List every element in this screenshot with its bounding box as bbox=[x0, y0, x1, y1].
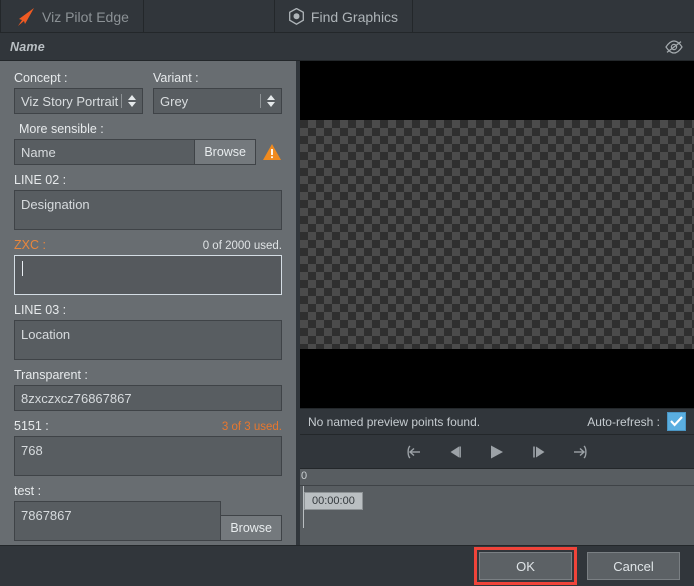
line02-input[interactable]: Designation bbox=[14, 190, 282, 230]
tab-empty-slot-1[interactable] bbox=[144, 0, 275, 33]
top-tab-bar: Viz Pilot Edge Find Graphics bbox=[0, 0, 694, 33]
graphics-preview[interactable]: vizrt NAME DESIGNATION LOCATION bbox=[300, 61, 694, 408]
concept-value: Viz Story Portrait bbox=[21, 93, 119, 109]
page-title: Name bbox=[10, 39, 45, 54]
tab-empty-slot-2[interactable] bbox=[413, 0, 694, 33]
go-to-end-button[interactable] bbox=[568, 441, 594, 463]
more-sensible-row: Name Browse bbox=[14, 139, 282, 165]
test-browse-button[interactable]: Browse bbox=[221, 515, 282, 541]
field5151-label: 5151 : bbox=[14, 419, 49, 433]
more-sensible-browse-button[interactable]: Browse bbox=[195, 139, 256, 165]
timecode-chip[interactable]: 00:00:00 bbox=[304, 492, 363, 510]
auto-refresh-checkbox[interactable] bbox=[667, 412, 686, 431]
variant-dropdown[interactable]: Grey bbox=[153, 88, 282, 114]
cancel-button[interactable]: Cancel bbox=[587, 552, 680, 580]
zxc-label-row: ZXC : 0 of 2000 used. bbox=[14, 238, 282, 255]
preview-status-message: No named preview points found. bbox=[308, 414, 481, 429]
timeline-track[interactable]: 00:00:00 bbox=[300, 486, 694, 544]
test-label: test : bbox=[14, 484, 42, 498]
auto-refresh-label: Auto-refresh : bbox=[587, 414, 660, 429]
field5151-label-row: 5151 : 3 of 3 used. bbox=[14, 419, 282, 436]
variant-label: Variant : bbox=[153, 71, 199, 85]
auto-refresh-group: Auto-refresh : bbox=[587, 412, 686, 431]
transparent-input[interactable]: 8zxczxcz76867867 bbox=[14, 385, 282, 411]
concept-group: Concept : Viz Story Portrait bbox=[14, 71, 143, 114]
line02-label: LINE 02 : bbox=[14, 173, 67, 187]
ok-button-highlight: OK bbox=[474, 547, 577, 585]
line03-group: LINE 03 : Location bbox=[14, 303, 282, 360]
dialog-footer: OK Cancel bbox=[0, 545, 694, 586]
eye-off-icon[interactable] bbox=[664, 39, 684, 55]
concept-label: Concept : bbox=[14, 71, 68, 85]
chevron-up-down-icon[interactable] bbox=[267, 95, 275, 107]
tab-find-graphics[interactable]: Find Graphics bbox=[275, 0, 414, 33]
viz-pilot-edge-window: Viz Pilot Edge Find Graphics Name Concep… bbox=[0, 0, 694, 586]
more-sensible-label: More sensible : bbox=[19, 122, 104, 136]
dropdown-divider bbox=[260, 94, 261, 108]
tab-viz-pilot-edge[interactable]: Viz Pilot Edge bbox=[0, 0, 144, 33]
line03-input[interactable]: Location bbox=[14, 320, 282, 360]
more-sensible-group: More sensible : Name Browse bbox=[14, 122, 282, 165]
chevron-up-down-icon[interactable] bbox=[128, 95, 136, 107]
step-forward-button[interactable] bbox=[526, 441, 552, 463]
template-title-bar: Name bbox=[0, 33, 694, 61]
transparent-group: Transparent : 8zxczxcz76867867 bbox=[14, 368, 282, 411]
concept-dropdown[interactable]: Viz Story Portrait bbox=[14, 88, 143, 114]
transparency-checkerboard bbox=[300, 120, 694, 349]
test-group: test : 7867867 Browse bbox=[14, 484, 282, 541]
field5151-counter: 3 of 3 used. bbox=[221, 421, 282, 433]
timeline-ruler-start-label: 0 bbox=[301, 470, 308, 482]
variant-value: Grey bbox=[160, 93, 189, 109]
step-back-button[interactable] bbox=[442, 441, 468, 463]
transparent-label: Transparent : bbox=[14, 368, 88, 382]
field5151-input[interactable]: 768 bbox=[14, 436, 282, 476]
zxc-input[interactable] bbox=[14, 255, 282, 295]
line02-group: LINE 02 : Designation bbox=[14, 173, 282, 230]
ok-button[interactable]: OK bbox=[479, 552, 572, 580]
timeline-ruler[interactable]: 0 bbox=[300, 469, 694, 486]
field5151-group: 5151 : 3 of 3 used. 768 bbox=[14, 419, 282, 476]
go-to-start-button[interactable] bbox=[400, 441, 426, 463]
timeline-panel[interactable]: 0 00:00:00 bbox=[300, 469, 694, 545]
dropdown-divider bbox=[121, 94, 122, 108]
playback-transport-controls bbox=[300, 435, 694, 469]
zxc-counter: 0 of 2000 used. bbox=[202, 240, 282, 252]
test-row: 7867867 Browse bbox=[14, 501, 282, 541]
more-sensible-input[interactable]: Name bbox=[14, 139, 196, 165]
variant-group: Variant : Grey bbox=[153, 71, 282, 114]
zxc-label: ZXC : bbox=[14, 238, 46, 252]
test-input[interactable]: 7867867 bbox=[14, 501, 222, 541]
text-caret bbox=[22, 261, 23, 276]
concept-variant-row: Concept : Viz Story Portrait Variant : G… bbox=[14, 71, 282, 114]
play-button[interactable] bbox=[484, 441, 510, 463]
tab-label-viz-pilot-edge: Viz Pilot Edge bbox=[42, 8, 129, 25]
warning-triangle-icon bbox=[262, 142, 282, 162]
line03-label: LINE 03 : bbox=[14, 303, 67, 317]
fill-in-form-panel: Concept : Viz Story Portrait Variant : G… bbox=[0, 61, 296, 545]
preview-status-bar: No named preview points found. Auto-refr… bbox=[300, 408, 694, 435]
tab-label-find-graphics: Find Graphics bbox=[310, 8, 399, 25]
hexagon-camera-icon bbox=[288, 7, 304, 25]
zxc-group: ZXC : 0 of 2000 used. bbox=[14, 238, 282, 295]
arrow-logo-icon bbox=[15, 7, 35, 26]
